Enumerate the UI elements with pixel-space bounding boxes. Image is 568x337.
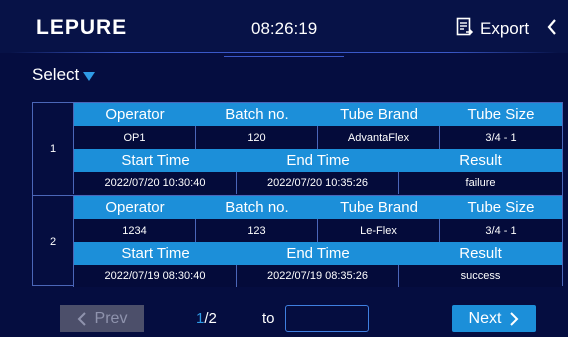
goto-label: to <box>262 310 275 327</box>
export-label: Export <box>480 19 530 38</box>
result-value: failure <box>465 177 496 189</box>
select-dropdown[interactable]: Select <box>32 64 96 86</box>
header-tube-brand: Tube Brand <box>340 106 418 123</box>
end-time-value: 2022/07/20 10:35:26 <box>237 172 399 194</box>
select-label: Select <box>32 65 80 84</box>
records-table: 1 Operator Batch no. Tube Brand Tube Siz… <box>32 102 563 287</box>
tube-brand-value: AdvantaFlex <box>318 126 440 149</box>
total-pages: /2 <box>204 310 217 327</box>
chevron-left-icon <box>77 311 86 326</box>
end-time-value: 2022/07/19 08:35:26 <box>237 265 399 287</box>
header-tube-brand: Tube Brand <box>340 199 418 216</box>
record-value-row: OP1 120 AdvantaFlex 3/4 - 1 <box>74 126 562 149</box>
header-operator: Operator <box>105 199 165 216</box>
export-button[interactable]: Export <box>456 16 529 42</box>
next-page-button[interactable]: Next <box>452 305 536 332</box>
prev-page-button[interactable]: Prev <box>60 305 144 332</box>
operator-value: OP1 <box>74 126 196 149</box>
header-tube-size: Tube Size <box>467 199 535 216</box>
next-label: Next <box>468 309 502 327</box>
export-document-icon <box>456 17 480 42</box>
batch-no-value: 120 <box>196 126 318 149</box>
header-tube-size: Tube Size <box>467 106 535 123</box>
prev-label: Prev <box>94 309 128 327</box>
page-indicator: 1/2 <box>196 309 217 329</box>
record-index: 1 <box>33 103 74 194</box>
record-index: 2 <box>33 196 74 287</box>
tube-brand-value: Le-Flex <box>318 219 440 242</box>
header-result: Result <box>459 245 502 262</box>
chevron-right-icon <box>510 311 519 326</box>
record-value-row: 2022/07/20 10:30:40 2022/07/20 10:35:26 … <box>74 172 562 194</box>
app-screen: LEPURE 08:26:19 Export Select 1 Operator… <box>0 0 568 337</box>
column-header-row: Start Time End Time Result <box>74 242 562 265</box>
record-block[interactable]: 1 Operator Batch no. Tube Brand Tube Siz… <box>33 103 562 194</box>
column-header-row: Operator Batch no. Tube Brand Tube Size <box>74 103 562 126</box>
start-time-value: 2022/07/19 08:30:40 <box>74 265 237 287</box>
goto-page-input[interactable] <box>285 305 369 332</box>
header-end-time: End Time <box>286 152 350 169</box>
column-header-row: Operator Batch no. Tube Brand Tube Size <box>74 196 562 219</box>
caret-down-icon <box>83 71 96 81</box>
tube-size-value: 3/4 - 1 <box>485 131 517 144</box>
header-operator: Operator <box>105 106 165 123</box>
header-end-time: End Time <box>286 245 350 262</box>
clock-underline <box>224 50 344 57</box>
record-block[interactable]: 2 Operator Batch no. Tube Brand Tube Siz… <box>33 195 562 287</box>
result-value: success <box>460 270 501 282</box>
brand-logo: LEPURE <box>36 16 128 39</box>
back-button[interactable] <box>543 16 561 42</box>
batch-no-value: 123 <box>196 219 318 242</box>
record-value-row: 1234 123 Le-Flex 3/4 - 1 <box>74 219 562 242</box>
header-result: Result <box>459 152 502 169</box>
record-value-row: 2022/07/19 08:30:40 2022/07/19 08:35:26 … <box>74 265 562 287</box>
chevron-left-icon <box>546 18 558 40</box>
clock-display: 08:26:19 <box>251 19 318 38</box>
header-start-time: Start Time <box>121 245 190 262</box>
operator-value: 1234 <box>74 219 196 242</box>
header-batch-no: Batch no. <box>225 199 289 216</box>
top-bar: LEPURE 08:26:19 Export <box>0 0 568 53</box>
tube-size-value: 3/4 - 1 <box>485 224 517 237</box>
header-start-time: Start Time <box>121 152 190 169</box>
column-header-row: Start Time End Time Result <box>74 149 562 172</box>
start-time-value: 2022/07/20 10:30:40 <box>74 172 237 194</box>
header-batch-no: Batch no. <box>225 106 289 123</box>
